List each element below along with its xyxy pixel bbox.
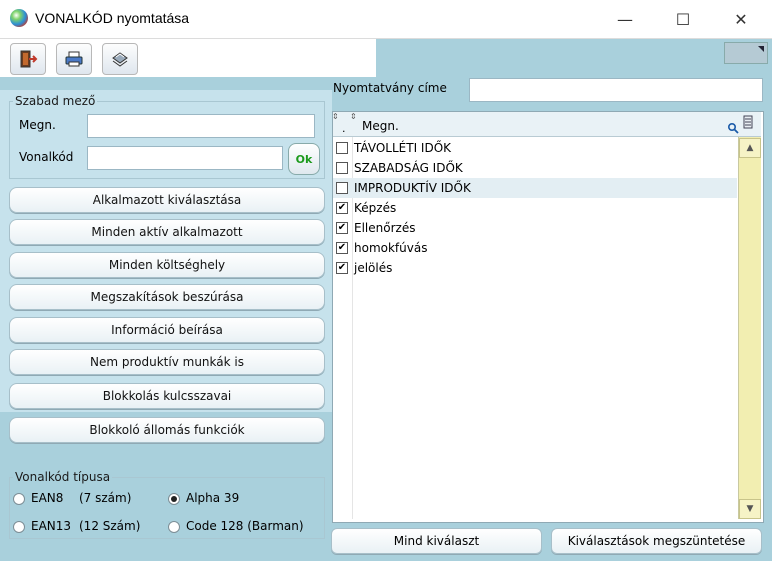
row-label: Képzés [354,201,397,215]
scroll-up-button[interactable]: ▲ [739,138,761,158]
minimize-button[interactable]: — [602,0,648,38]
radio-code128[interactable]: Code 128 (Barman) [168,519,320,535]
grid-row[interactable]: SZABADSÁG IDŐK [333,158,737,178]
print-button[interactable] [56,43,92,75]
radio-ean8-note: (7 szám) [79,491,132,505]
row-label: TÁVOLLÉTI IDŐK [354,141,452,155]
row-label: IMPRODUKTÍV IDŐK [354,181,471,195]
arrow-up-icon: ▲ [746,143,754,153]
row-checkbox-checked[interactable]: ✔ [336,202,348,214]
name-label: Megn. [19,118,56,132]
radio-ean8-label: EAN8 [31,491,64,505]
radio-circle [13,493,25,505]
radio-circle [13,521,25,533]
row-checkbox[interactable] [336,142,348,154]
exit-button[interactable] [10,43,46,75]
radio-ean13-label: EAN13 [31,519,72,533]
search-icon[interactable] [727,122,739,134]
barcode-type-legend: Vonalkód típusa [13,470,113,484]
print-setup-button[interactable] [102,43,138,75]
grid-row[interactable]: TÁVOLLÉTI IDŐK [333,138,737,158]
all-cost-centers-button[interactable]: Minden költséghely [9,252,325,278]
grid-row[interactable]: ✔ Ellenőrzés [333,218,737,238]
free-field-legend: Szabad mező [13,94,98,108]
form-title-label: Nyomtatvány címe [333,81,447,95]
terminal-functions-button[interactable]: Blokkoló állomás funkciók [9,417,325,443]
radio-ean8[interactable]: EAN8 (7 szám) [13,491,163,507]
non-productive-work-button[interactable]: Nem produktív munkák is [9,349,325,375]
arrow-down-icon: ▼ [746,504,754,514]
radio-circle [168,521,180,533]
exit-door-icon [20,50,38,68]
select-all-button[interactable]: Mind kiválaszt [331,528,542,554]
select-employee-button[interactable]: Alkalmazott kiválasztása [9,187,325,213]
blocking-keywords-button[interactable]: Blokkolás kulcsszavai [9,383,325,409]
corner-button[interactable] [724,42,768,64]
row-checkbox[interactable] [336,162,348,174]
ok-button[interactable]: Ok [288,143,320,175]
vertical-scrollbar[interactable] [738,137,761,519]
radio-alpha39-label: Alpha 39 [186,491,240,505]
barcode-label: Vonalkód [19,150,74,164]
maximize-button[interactable]: ☐ [660,0,706,38]
row-label: homokfúvás [354,241,428,255]
grid-row[interactable]: ✔ jelölés [333,258,737,278]
row-label: jelölés [354,261,393,275]
window-title: VONALKÓD nyomtatása [35,10,190,26]
grid-header-dot: . [342,122,346,135]
grid-row[interactable]: ✔ homokfúvás [333,238,737,258]
close-button[interactable]: ✕ [718,0,764,38]
row-label: SZABADSÁG IDŐK [354,161,463,175]
sort-arrows-icon[interactable]: ⇕ [350,112,358,121]
barcode-input[interactable] [87,146,283,170]
radio-ean13-note: (12 Szám) [79,519,141,533]
insert-interruptions-button[interactable]: Megszakítások beszúrása [9,284,325,310]
clear-selection-button[interactable]: Kiválasztások megszüntetése [551,528,762,554]
enter-information-button[interactable]: Információ beírása [9,317,325,343]
grid-header-name[interactable]: Megn. [362,119,399,133]
radio-circle-selected [168,493,180,505]
row-checkbox-checked[interactable]: ✔ [336,222,348,234]
form-title-input[interactable] [469,78,763,102]
grid-row-selected[interactable]: IMPRODUKTÍV IDŐK [333,178,737,198]
radio-code128-label: Code 128 (Barman) [186,519,304,533]
scroll-down-button[interactable]: ▼ [739,499,761,519]
name-input[interactable] [87,114,315,138]
app-globe-icon [10,9,28,27]
column-chooser-icon[interactable] [742,115,754,129]
sort-arrows-icon[interactable]: ⇕ [332,112,340,121]
row-checkbox[interactable] [336,182,348,194]
print-preview-icon [112,52,128,67]
radio-alpha39[interactable]: Alpha 39 [168,491,318,507]
corner-triangle-icon [758,46,764,52]
row-checkbox-checked[interactable]: ✔ [336,242,348,254]
row-checkbox-checked[interactable]: ✔ [336,262,348,274]
ok-label: Ok [295,152,313,166]
printer-icon [65,51,83,67]
all-active-employees-button[interactable]: Minden aktív alkalmazott [9,219,325,245]
radio-ean13[interactable]: EAN13 (12 Szám) [13,519,163,535]
row-label: Ellenőrzés [354,221,416,235]
grid-row[interactable]: ✔ Képzés [333,198,737,218]
